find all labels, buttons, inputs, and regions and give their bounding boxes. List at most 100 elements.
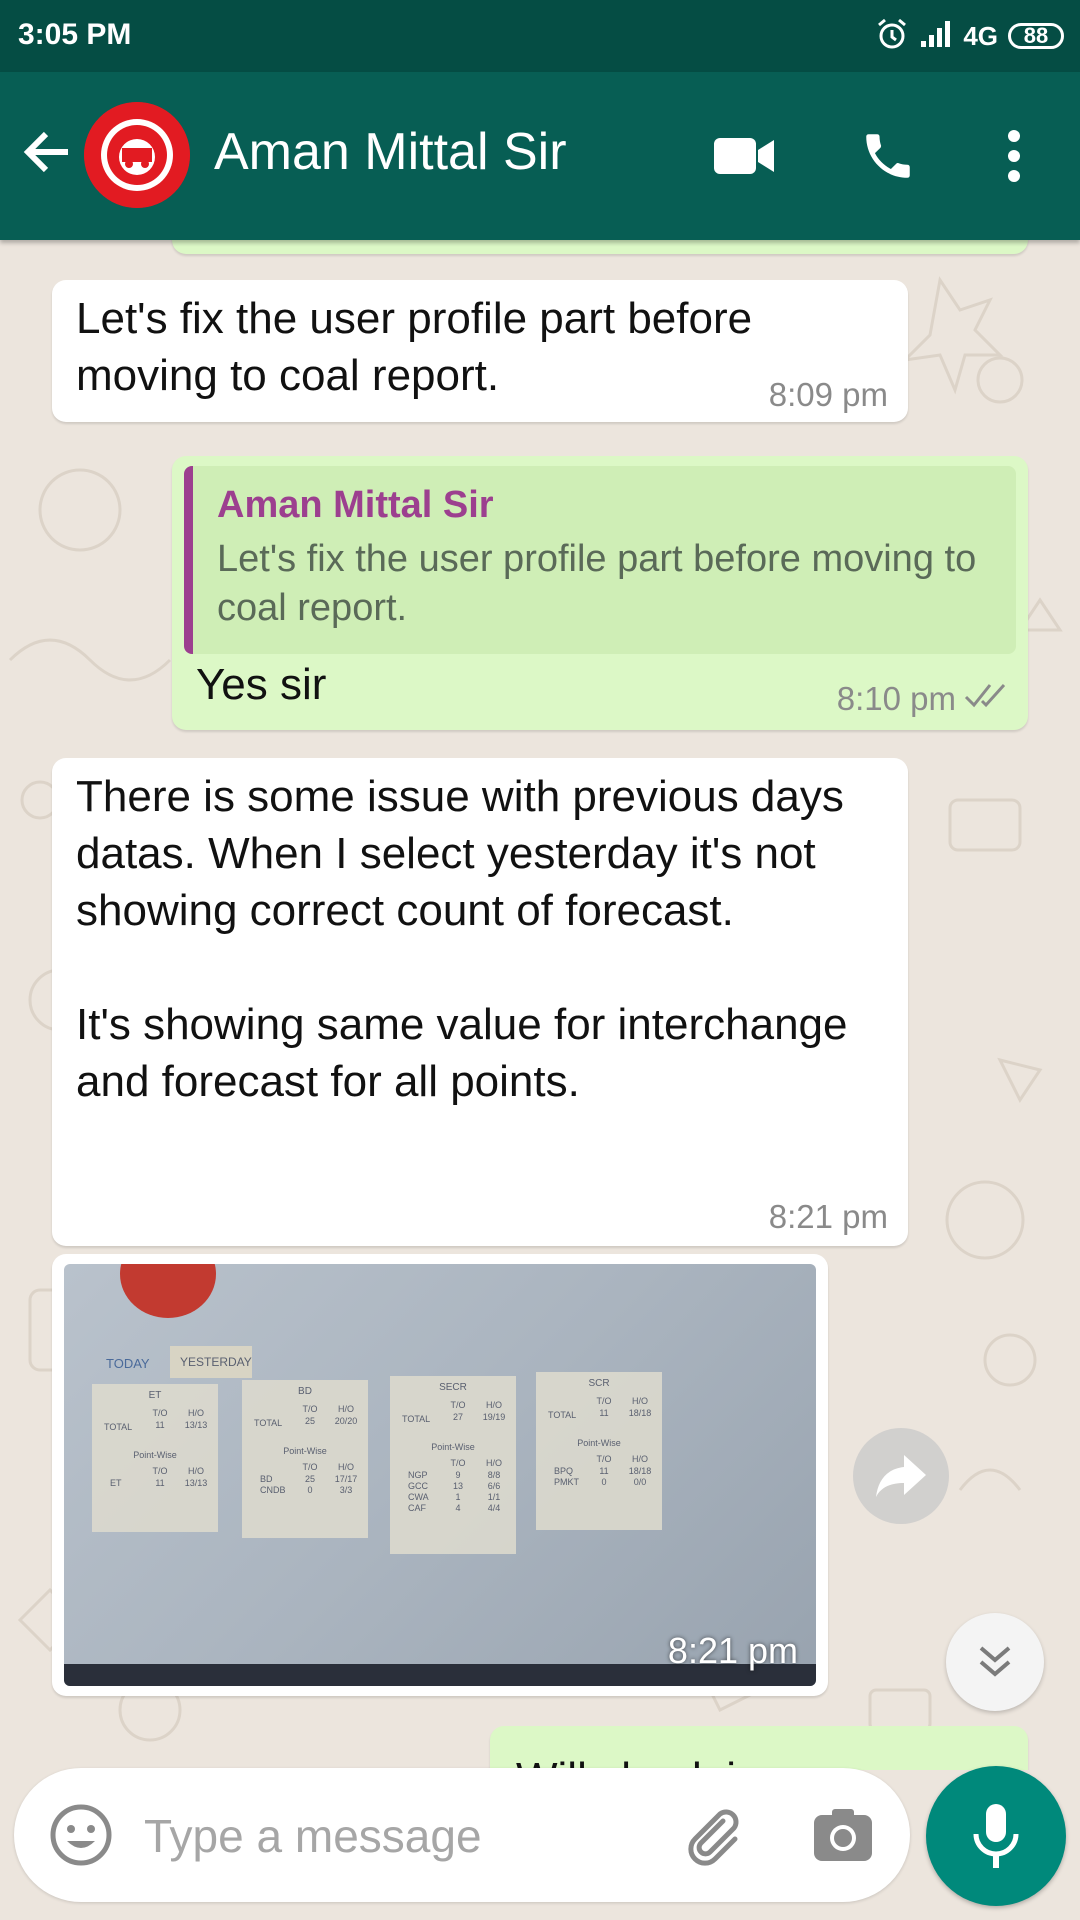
chat-area[interactable]: Let's fix the user profile part before m… xyxy=(0,240,1080,1770)
outgoing-message[interactable]: Will check i xyxy=(490,1726,1028,1770)
photo-pointwise-label: Point-Wise xyxy=(283,1446,327,1456)
photo-col-header: T/O xyxy=(597,1454,612,1464)
photo-total-value: 19/19 xyxy=(483,1412,506,1422)
photo-row-to: 0 xyxy=(307,1485,312,1495)
photo-card: BD T/O H/O TOTAL 25 20/20 Point-Wise T/O H/O BD 25… xyxy=(242,1380,368,1538)
quoted-sender: Aman Mittal Sir xyxy=(217,484,494,526)
share-icon[interactable] xyxy=(853,1428,949,1524)
photo-col-header: H/O xyxy=(338,1462,354,1472)
photo-row-point: BD xyxy=(260,1474,273,1484)
photo-col-header: H/O xyxy=(338,1404,354,1414)
photo-col-header: T/O xyxy=(451,1458,466,1468)
photo-card-title: BD xyxy=(298,1386,312,1397)
photo-col-header: H/O xyxy=(486,1400,502,1410)
signal-icon xyxy=(919,19,953,54)
photo-pointwise-label: Point-Wise xyxy=(431,1442,475,1452)
photo-row-to: 13 xyxy=(453,1481,463,1491)
photo-col-header: T/O xyxy=(303,1404,318,1414)
photo-row-point: CAF xyxy=(408,1503,427,1513)
photo-col-header: T/O xyxy=(153,1466,168,1476)
photo-row-ho: 3/3 xyxy=(340,1485,353,1495)
mic-icon[interactable] xyxy=(926,1766,1066,1906)
photo-card: SECR T/O H/O TOTAL 27 19/19 Point-Wise T/O H/O NG… xyxy=(390,1376,516,1554)
photo-total-label: TOTAL xyxy=(254,1418,282,1428)
double-check-icon xyxy=(964,681,1008,714)
photo-tab-today: TODAY xyxy=(106,1356,150,1371)
photo-card: ET T/O H/O TOTAL 11 13/13 Point-Wise T/O H/O ET 11… xyxy=(92,1384,218,1532)
message-time: 8:21 pm xyxy=(768,1198,888,1235)
status-icons: 4G 88 xyxy=(875,16,1064,56)
photo-row-ho: 8/8 xyxy=(488,1470,501,1480)
photo-row-to: 25 xyxy=(305,1474,315,1484)
photo-row-ho: 1/1 xyxy=(488,1492,501,1502)
photo-row-point: ET xyxy=(110,1478,122,1488)
photo-row-point: GCC xyxy=(408,1481,429,1491)
incoming-image-message[interactable]: TODAY YESTERDAY ET T/O H/O TOTAL 11 13/13 Poin… xyxy=(52,1254,828,1696)
photo-col-header: T/O xyxy=(451,1400,466,1410)
message-input[interactable] xyxy=(142,1802,666,1870)
photo-total-label: TOTAL xyxy=(104,1422,132,1432)
attachment-icon[interactable] xyxy=(674,1798,748,1872)
photo-col-header: T/O xyxy=(597,1396,612,1406)
message-time: 8:21 pm xyxy=(667,1630,798,1671)
photo-row-to: 0 xyxy=(601,1477,606,1487)
photo-row-to: 1 xyxy=(455,1492,460,1502)
back-arrow-icon[interactable] xyxy=(18,122,78,182)
photo-total-value: 11 xyxy=(599,1408,608,1418)
previous-message-bubble[interactable] xyxy=(172,240,1028,254)
photo-row-to: 4 xyxy=(455,1503,460,1513)
emoji-icon[interactable] xyxy=(44,1798,118,1872)
photo-tab-yesterday: YESTERDAY xyxy=(180,1355,252,1369)
photo-col-header: H/O xyxy=(632,1454,648,1464)
photo-row-to: 11 xyxy=(599,1466,608,1476)
photo-row-point: NGP xyxy=(408,1470,428,1480)
photo-col-header: H/O xyxy=(632,1396,648,1406)
message-composer xyxy=(14,1768,910,1902)
incoming-message[interactable]: Let's fix the user profile part before m… xyxy=(52,280,908,422)
avatar[interactable] xyxy=(84,102,190,208)
photo-card: SCR T/O H/O TOTAL 11 18/18 Point-Wise T/O H/O BPQ… xyxy=(536,1372,662,1530)
status-bar: 3:05 PM 4G 88 xyxy=(0,0,1080,72)
photo-col-header: H/O xyxy=(188,1408,204,1418)
photo-col-header: H/O xyxy=(486,1458,502,1468)
photo-card-title: ET xyxy=(149,1390,162,1401)
photo-row-ho: 13/13 xyxy=(185,1478,208,1488)
photo-total-value: 20/20 xyxy=(335,1416,358,1426)
photo-total-value: 18/18 xyxy=(629,1408,652,1418)
phone-icon[interactable] xyxy=(852,120,924,192)
video-call-icon[interactable] xyxy=(708,120,780,192)
photo-thumbnail[interactable]: TODAY YESTERDAY ET T/O H/O TOTAL 11 13/13 Poin… xyxy=(64,1264,816,1686)
photo-total-value: 27 xyxy=(453,1412,463,1422)
photo-row-point: CNDB xyxy=(260,1485,286,1495)
photo-content: TODAY YESTERDAY ET T/O H/O TOTAL 11 13/13 Poin… xyxy=(64,1264,816,1686)
photo-col-header: H/O xyxy=(188,1466,204,1476)
photo-total-label: TOTAL xyxy=(402,1414,430,1424)
photo-total-label: TOTAL xyxy=(548,1410,576,1420)
contact-name[interactable]: Aman Mittal Sir xyxy=(214,122,567,182)
photo-row-ho: 4/4 xyxy=(488,1503,501,1513)
message-time: 8:09 pm xyxy=(768,376,888,413)
photo-col-header: T/O xyxy=(303,1462,318,1472)
photo-col-header: T/O xyxy=(153,1408,168,1418)
status-time: 3:05 PM xyxy=(18,18,132,51)
photo-pointwise-label: Point-Wise xyxy=(577,1438,621,1448)
photo-row-ho: 17/17 xyxy=(335,1474,358,1484)
camera-icon[interactable] xyxy=(806,1798,880,1872)
network-type: 4G xyxy=(963,20,998,51)
incoming-message[interactable]: There is some issue with previous days d… xyxy=(52,758,908,1246)
photo-row-to: 9 xyxy=(455,1470,460,1480)
photo-row-to: 11 xyxy=(155,1478,164,1488)
chevron-down-icon[interactable] xyxy=(946,1613,1044,1711)
outgoing-message[interactable]: Aman Mittal Sir Let's fix the user profi… xyxy=(172,456,1028,730)
photo-row-point: PMKT xyxy=(554,1477,580,1487)
message-text: There is some issue with previous days d… xyxy=(76,772,848,1106)
more-vert-icon[interactable] xyxy=(978,120,1050,192)
photo-row-ho: 0/0 xyxy=(634,1477,647,1487)
quoted-message[interactable]: Aman Mittal Sir Let's fix the user profi… xyxy=(184,466,1016,654)
photo-row-point: CWA xyxy=(408,1492,429,1502)
photo-total-value: 13/13 xyxy=(185,1420,208,1430)
photo-card-title: SECR xyxy=(439,1382,467,1393)
photo-row-ho: 18/18 xyxy=(629,1466,652,1476)
alarm-icon xyxy=(875,17,909,56)
photo-total-value: 25 xyxy=(305,1416,315,1426)
